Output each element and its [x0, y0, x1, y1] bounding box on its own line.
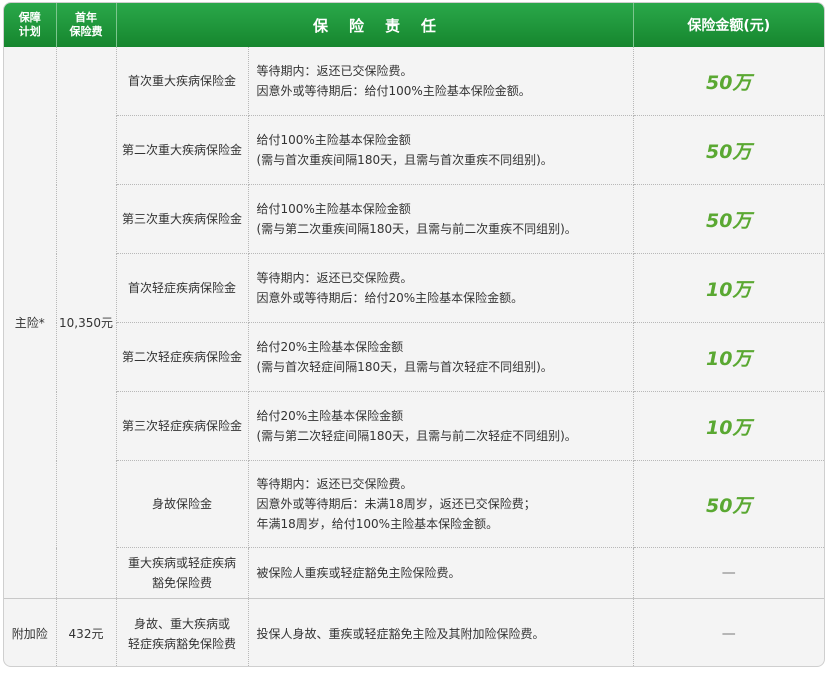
benefit-item: 第二次重大疾病保险金 [116, 115, 249, 185]
rider-plan-premium: 432元 [56, 598, 117, 666]
header-first-year-premium: 首年 保险费 [56, 3, 117, 47]
benefit-item: 第三次重大疾病保险金 [116, 184, 249, 254]
rider-plan-name: 附加险 [4, 598, 57, 666]
benefit-item: 身故、重大疾病或 轻症疾病豁免保险费 [116, 598, 249, 666]
benefit-table-panel: 保障 计划 首年 保险费 保险责任 保险金额(元) 主险* 10,350元 首次… [3, 2, 825, 667]
table-row: 重大疾病或轻症疾病 豁免保险费 被保险人重疾或轻症豁免主险保险费。 — [4, 547, 824, 599]
table-row: 首次轻症疾病保险金 等待期内：返还已交保险费。 因意外或等待期后：给付20%主险… [4, 253, 824, 323]
table-row: 附加险 432元 身故、重大疾病或 轻症疾病豁免保险费 投保人身故、重疾或轻症豁… [4, 598, 824, 666]
benefit-description: 给付100%主险基本保险金额 (需与第二次重疾间隔180天，且需与前二次重疾不同… [248, 184, 634, 254]
benefit-amount: 10万 [633, 253, 824, 323]
benefit-description: 给付100%主险基本保险金额 (需与首次重疾间隔180天，且需与首次重疾不同组别… [248, 115, 634, 185]
benefit-item: 重大疾病或轻症疾病 豁免保险费 [116, 547, 249, 599]
benefit-item: 第二次轻症疾病保险金 [116, 322, 249, 392]
benefit-description: 等待期内：返还已交保险费。 因意外或等待期后：给付20%主险基本保险金额。 [248, 253, 634, 323]
benefit-description: 被保险人重疾或轻症豁免主险保险费。 [248, 547, 634, 599]
benefit-amount: 50万 [633, 115, 824, 185]
header-responsibility: 保险责任 [116, 3, 634, 47]
table-row: 第三次轻症疾病保险金 给付20%主险基本保险金额 (需与第二次轻症间隔180天，… [4, 391, 824, 461]
benefit-item: 首次轻症疾病保险金 [116, 253, 249, 323]
benefit-description: 给付20%主险基本保险金额 (需与首次轻症间隔180天，且需与首次轻症不同组别)… [248, 322, 634, 392]
benefit-description: 等待期内：返还已交保险费。 因意外或等待期后：给付100%主险基本保险金额。 [248, 47, 634, 116]
benefit-item: 身故保险金 [116, 460, 249, 548]
header-sum-insured: 保险金额(元) [633, 3, 824, 47]
benefit-amount: 10万 [633, 391, 824, 461]
benefit-description: 给付20%主险基本保险金额 (需与第二次轻症间隔180天，且需与前二次轻症不同组… [248, 391, 634, 461]
benefit-description: 投保人身故、重疾或轻症豁免主险及其附加险保险费。 [248, 598, 634, 666]
table-row: 第二次重大疾病保险金 给付100%主险基本保险金额 (需与首次重疾间隔180天，… [4, 115, 824, 185]
table-row: 身故保险金 等待期内：返还已交保险费。 因意外或等待期后：未满18周岁，返还已交… [4, 460, 824, 548]
insurance-benefit-table: 保障 计划 首年 保险费 保险责任 保险金额(元) 主险* 10,350元 首次… [4, 3, 824, 666]
benefit-amount: 10万 [633, 322, 824, 392]
benefit-item: 第三次轻症疾病保险金 [116, 391, 249, 461]
table-row: 主险* 10,350元 首次重大疾病保险金 等待期内：返还已交保险费。 因意外或… [4, 47, 824, 599]
benefit-description: 等待期内：返还已交保险费。 因意外或等待期后：未满18周岁，返还已交保险费； 年… [248, 460, 634, 548]
table-row: 第二次轻症疾病保险金 给付20%主险基本保险金额 (需与首次轻症间隔180天，且… [4, 322, 824, 392]
header-plan: 保障 计划 [4, 3, 57, 47]
benefit-amount: — [633, 547, 824, 599]
benefit-amount: 50万 [633, 184, 824, 254]
table-header-row: 保障 计划 首年 保险费 保险责任 保险金额(元) [4, 3, 824, 47]
main-plan-name: 主险* [4, 47, 57, 599]
table-row: 第三次重大疾病保险金 给付100%主险基本保险金额 (需与第二次重疾间隔180天… [4, 184, 824, 254]
benefit-amount: — [633, 598, 824, 666]
main-plan-premium: 10,350元 [56, 47, 117, 599]
benefit-item: 首次重大疾病保险金 [116, 47, 249, 116]
benefit-amount: 50万 [633, 47, 824, 116]
benefit-amount: 50万 [633, 460, 824, 548]
